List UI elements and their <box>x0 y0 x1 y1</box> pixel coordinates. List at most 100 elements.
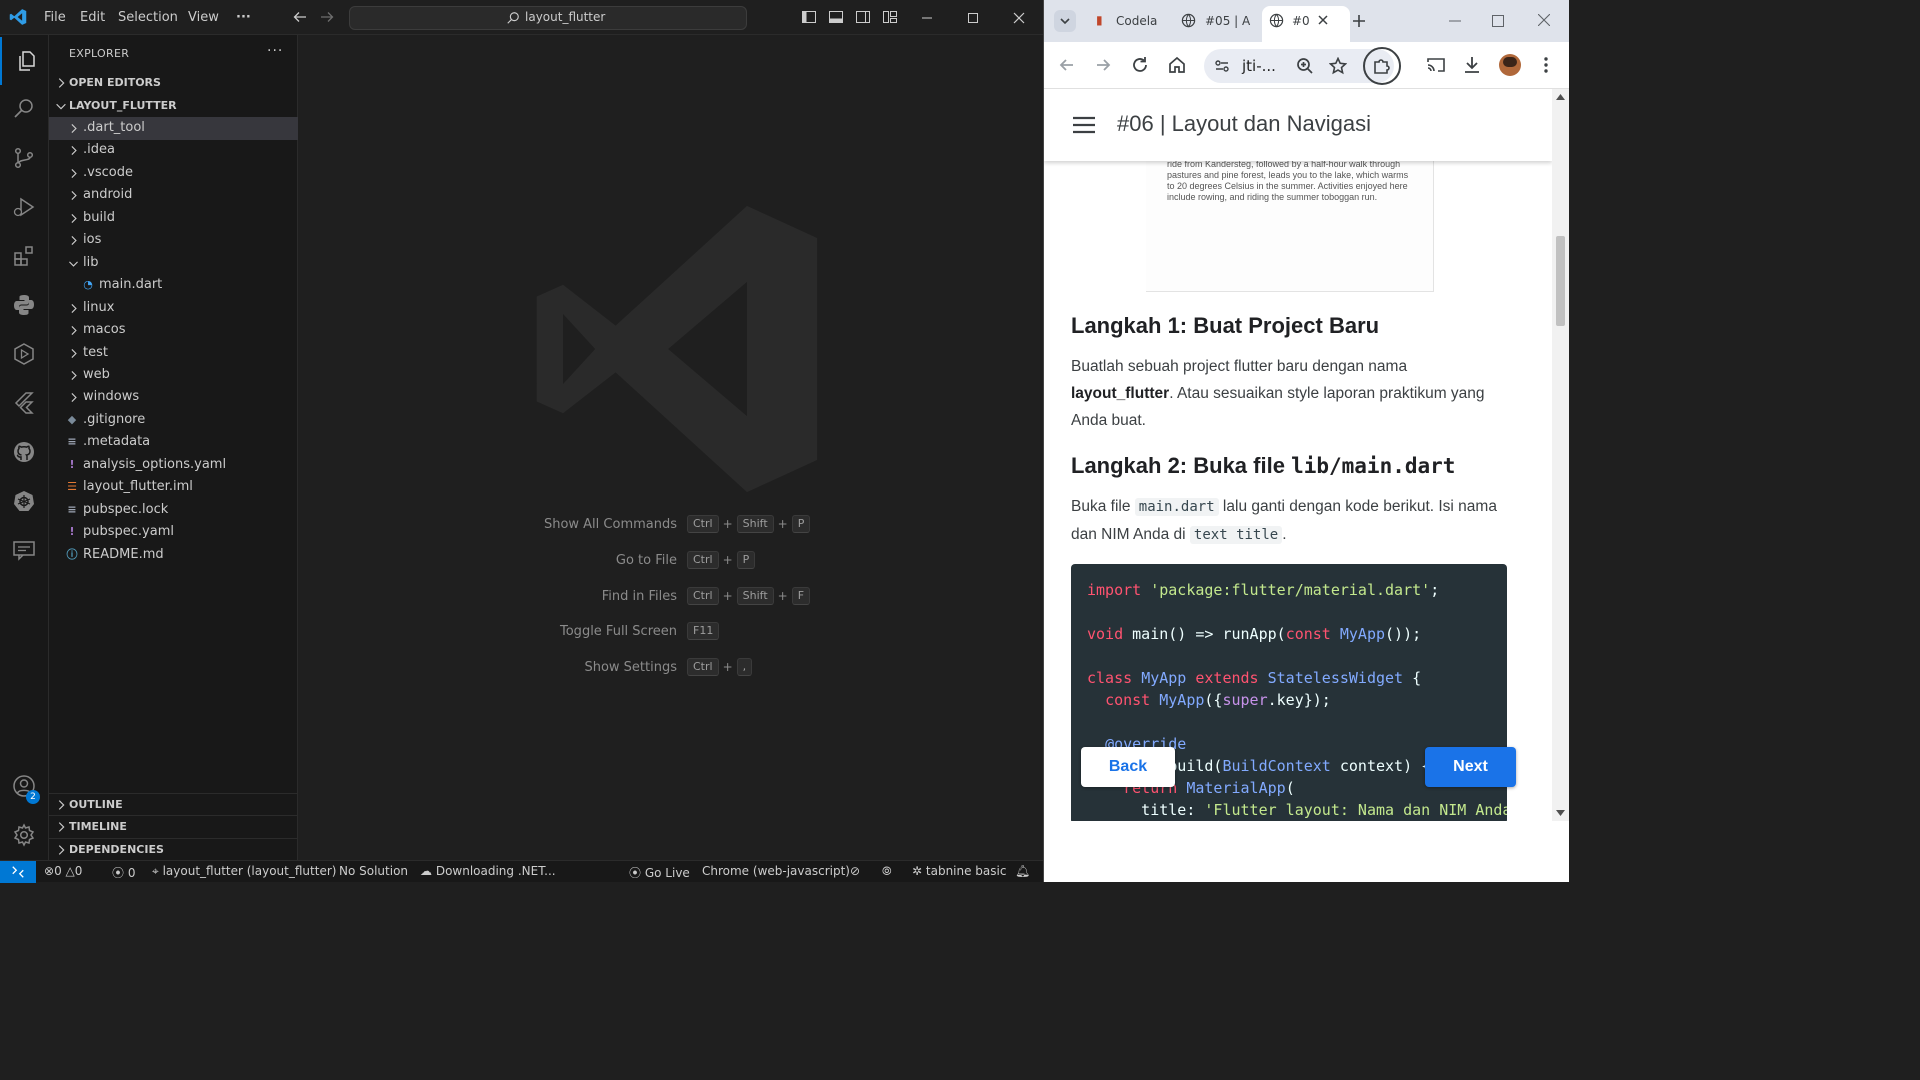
activity-manage[interactable] <box>0 811 49 859</box>
activity-run-debug[interactable] <box>0 183 49 231</box>
minimize-icon[interactable] <box>1449 15 1461 27</box>
download-indicator[interactable]: ☁ Downloading .NET... <box>420 864 556 878</box>
scroll-down-icon[interactable] <box>1556 810 1565 816</box>
forward-arrow-icon[interactable] <box>319 9 335 25</box>
tree-folder[interactable]: .dart_tool <box>49 117 298 140</box>
go-live-button[interactable]: ⦿ Go Live <box>629 864 690 881</box>
warning-count: 0 <box>74 864 83 878</box>
section-open-editors[interactable]: OPEN EDITORS <box>49 72 298 94</box>
activity-accounts[interactable]: 2 <box>0 762 49 810</box>
section-project[interactable]: LAYOUT_FLUTTER <box>49 95 298 117</box>
cast-icon[interactable] <box>1426 55 1446 75</box>
tree-folder[interactable]: web <box>49 364 298 387</box>
tree-folder[interactable]: build <box>49 207 298 230</box>
tab-05[interactable]: #05 | A <box>1177 8 1257 34</box>
tree-folder[interactable]: windows <box>49 386 298 409</box>
section-timeline[interactable]: TIMELINE <box>49 815 298 837</box>
braces-icon[interactable]: ⦾ <box>882 864 892 879</box>
explorer-header: EXPLORER <box>69 47 130 60</box>
tree-folder[interactable]: test <box>49 342 298 365</box>
more-vert-icon[interactable] <box>1536 55 1556 75</box>
section-dependencies[interactable]: DEPENDENCIES <box>49 838 298 860</box>
toggle-panel-icon[interactable] <box>828 9 844 25</box>
activity-comments[interactable] <box>0 526 49 574</box>
tree-file[interactable]: ⓘ README.md <box>49 544 298 567</box>
command-center-search[interactable]: layout_flutter <box>349 6 747 30</box>
tree-file[interactable]: ! analysis_options.yaml <box>49 454 298 477</box>
toggle-secondary-sidebar-icon[interactable] <box>855 9 871 25</box>
tree-file[interactable]: ◆ .gitignore <box>49 409 298 432</box>
problems-indicator[interactable]: ⊗0 △0 <box>44 864 82 878</box>
back-arrow-icon[interactable] <box>292 9 308 25</box>
tabnine-indicator[interactable]: ✲ tabnine basic <box>912 864 1006 878</box>
explorer-more-actions[interactable]: ··· <box>267 43 283 59</box>
customize-layout-icon[interactable] <box>882 9 898 25</box>
activity-extensions[interactable] <box>0 232 49 280</box>
minimize-button[interactable] <box>904 0 950 35</box>
solution-indicator[interactable]: No Solution <box>339 864 408 878</box>
activity-search[interactable] <box>0 85 49 133</box>
tab-06-active[interactable]: #0 <box>1262 6 1350 42</box>
project-indicator[interactable]: ⌖ layout_flutter (layout_flutter) <box>152 864 336 879</box>
close-tab-icon[interactable] <box>1317 14 1329 26</box>
back-arrow-icon[interactable] <box>1057 55 1077 75</box>
tree-folder[interactable]: .idea <box>49 139 298 162</box>
extensions-button[interactable] <box>1363 47 1401 85</box>
tree-file[interactable]: ☰ layout_flutter.iml <box>49 476 298 499</box>
activity-github[interactable] <box>0 428 49 476</box>
back-button[interactable]: Back <box>1081 747 1175 787</box>
forward-arrow-icon[interactable] <box>1093 55 1113 75</box>
tree-folder[interactable]: .vscode <box>49 162 298 185</box>
remote-indicator[interactable] <box>0 861 36 883</box>
zoom-icon[interactable] <box>1296 57 1314 75</box>
tree-folder[interactable]: ios <box>49 229 298 252</box>
profile-avatar[interactable] <box>1499 54 1521 76</box>
scrollbar-thumb[interactable] <box>1556 236 1565 326</box>
maximize-icon[interactable] <box>1492 15 1504 27</box>
next-button[interactable]: Next <box>1425 747 1516 787</box>
key-plus: + <box>722 517 733 531</box>
step1-paragraph: Buatlah sebuah project flutter baru deng… <box>1071 353 1511 434</box>
scroll-up-icon[interactable] <box>1556 94 1565 100</box>
tab-search-dropdown-icon[interactable] <box>1054 10 1076 32</box>
bookmark-star-icon[interactable] <box>1329 57 1347 75</box>
site-info-icon[interactable] <box>1214 58 1230 74</box>
activity-explorer[interactable] <box>0 37 49 85</box>
maximize-button[interactable] <box>950 0 996 35</box>
page-scrollbar[interactable] <box>1552 89 1569 821</box>
close-button[interactable] <box>996 0 1042 35</box>
tree-file[interactable]: ◔ main.dart <box>49 274 298 297</box>
menu-selection[interactable]: Selection <box>118 0 178 35</box>
hamburger-menu-icon[interactable] <box>1073 116 1095 134</box>
menu-edit[interactable]: Edit <box>80 0 105 35</box>
activity-remote[interactable] <box>0 330 49 378</box>
tree-folder[interactable]: macos <box>49 319 298 342</box>
tree-folder[interactable]: linux <box>49 297 298 320</box>
download-icon[interactable] <box>1462 55 1482 75</box>
device-selector[interactable]: Chrome (web-javascript) <box>702 864 850 878</box>
toggle-primary-sidebar-icon[interactable] <box>801 9 817 25</box>
tree-file[interactable]: ! pubspec.yaml <box>49 521 298 544</box>
tree-file[interactable]: ≡ pubspec.lock <box>49 499 298 522</box>
activity-flutter[interactable] <box>0 379 49 427</box>
new-tab-icon[interactable] <box>1351 13 1367 29</box>
tree-folder[interactable]: lib <box>49 252 298 275</box>
bell-icon[interactable]: 🔔︎ <box>1015 864 1030 878</box>
activity-kubernetes[interactable] <box>0 477 49 525</box>
section-label: OPEN EDITORS <box>69 76 161 89</box>
tree-file[interactable]: ≡ .metadata <box>49 431 298 454</box>
tab-codelab[interactable]: ▮ Codela <box>1092 8 1172 34</box>
menu-file[interactable]: File <box>44 0 66 35</box>
menu-view[interactable]: View <box>188 0 219 35</box>
yaml-file-icon: ! <box>69 457 75 471</box>
home-icon[interactable] <box>1167 55 1187 75</box>
activity-python[interactable] <box>0 281 49 329</box>
tree-folder[interactable]: android <box>49 184 298 207</box>
section-outline[interactable]: OUTLINE <box>49 793 298 815</box>
ports-indicator[interactable]: ⦿ 0 <box>112 864 135 881</box>
menu-more[interactable]: ··· <box>236 0 251 35</box>
activity-source-control[interactable] <box>0 134 49 182</box>
close-icon[interactable] <box>1538 14 1550 26</box>
copilot-off-icon[interactable]: ⊘ <box>850 864 860 878</box>
reload-icon[interactable] <box>1130 55 1150 75</box>
